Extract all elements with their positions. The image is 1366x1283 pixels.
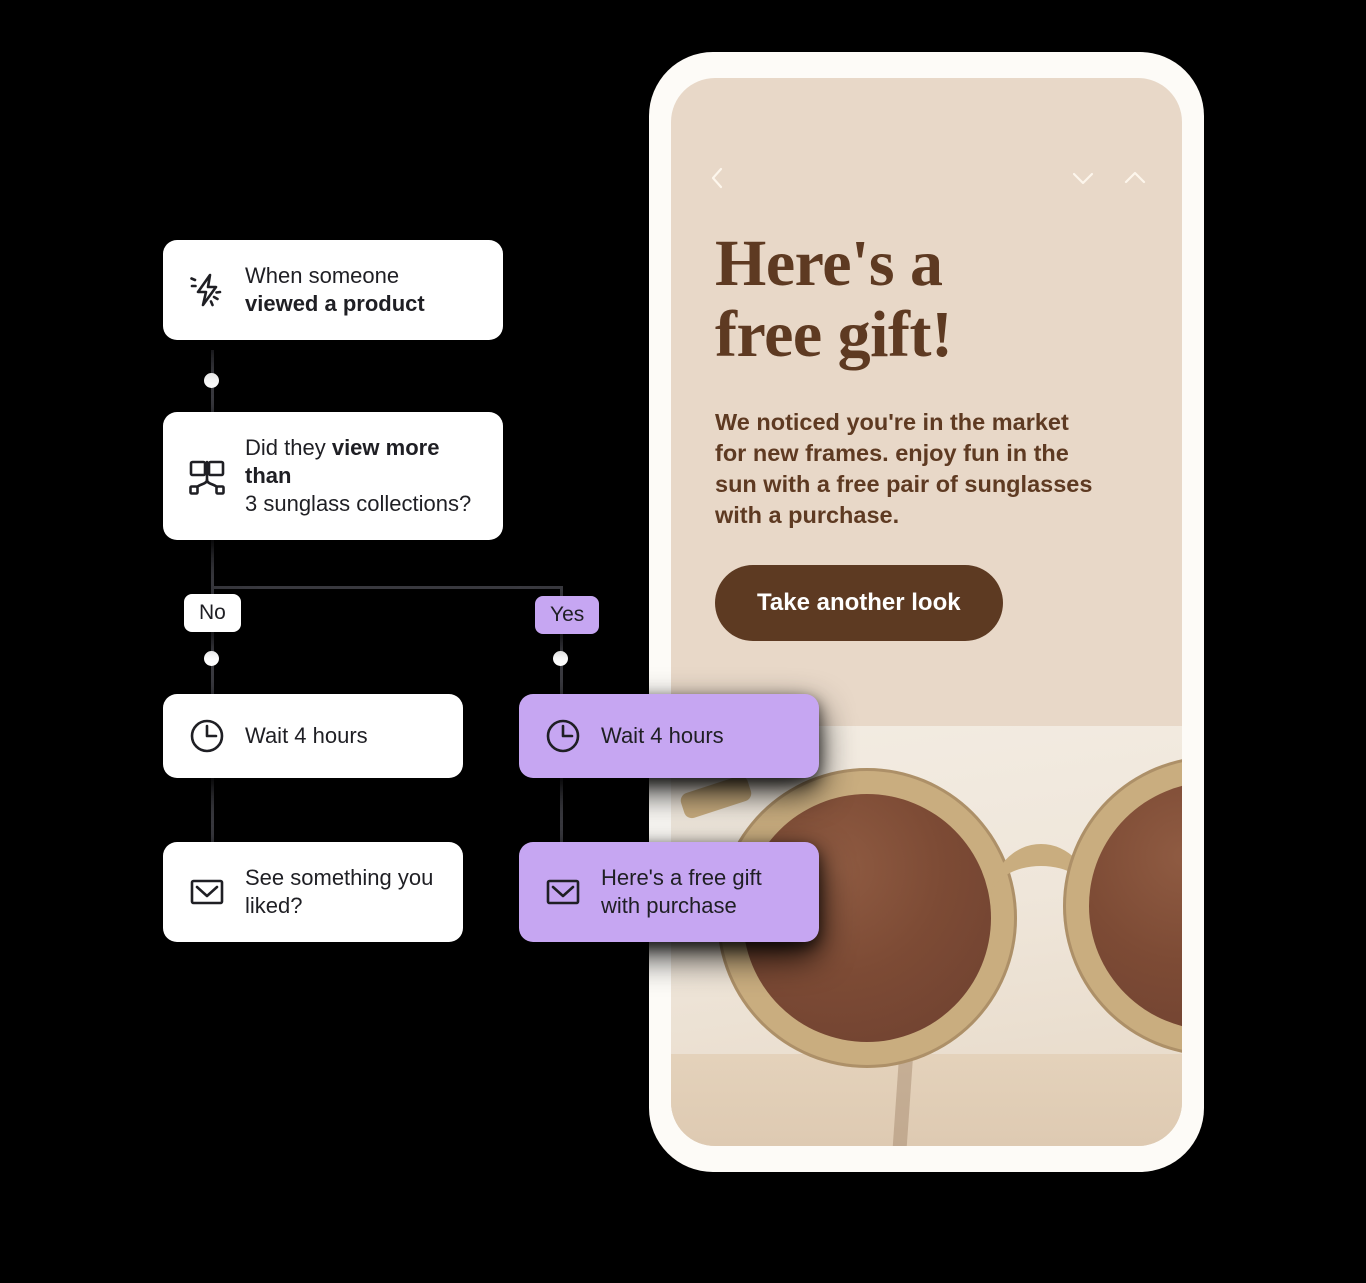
connector-dot-1 [204,373,219,388]
condition-line-1: Did they view more than [245,434,479,490]
connector-branch-horizontal [211,586,563,589]
branch-label-yes[interactable]: Yes [535,596,600,634]
branch-split-icon [187,456,227,496]
email-body-copy: We noticed you're in the market for new … [715,408,1093,528]
email-yes-line-2: with purchase [601,893,737,919]
connector-dot-yes [553,651,568,666]
envelope-icon [187,872,227,912]
email-no-line-2: liked? [245,893,303,919]
flow-card-email-no[interactable]: See something you liked? [163,842,463,943]
flow-card-condition[interactable]: Did they view more than 3 sunglass colle… [163,412,503,541]
phone-screen: Here's a free gift! We noticed you're in… [671,78,1182,1146]
chevron-left-icon[interactable] [705,165,731,191]
chevron-up-icon[interactable] [1122,165,1148,191]
trigger-line-2: viewed a product [245,291,425,317]
flow-card-condition-text: Did they view more than 3 sunglass colle… [245,434,479,518]
sunglasses-temple [678,773,754,821]
flow-card-trigger-text: When someone viewed a product [245,262,425,318]
envelope-icon [543,872,583,912]
clock-icon [543,716,583,756]
flow-card-email-yes-text: Here's a free gift with purchase [601,864,762,920]
branch-label-no[interactable]: No [184,594,241,632]
take-another-look-button[interactable]: Take another look [715,564,1003,641]
sunglasses-lens-right [1063,756,1182,1056]
email-preview-topbar [671,158,1182,198]
phone-mockup: Here's a free gift! We noticed you're in… [649,52,1204,1172]
email-yes-line-1: Here's a free gift [601,865,762,890]
condition-line-2: 3 sunglass collections? [245,491,472,517]
flow-card-wait-no-label: Wait 4 hours [245,722,368,748]
email-headline-line-1: Here's a [715,227,943,300]
promo-composition: When someone viewed a product Did they v… [0,0,1366,1283]
photo-table-edge [671,1054,1182,1146]
condition-text-normal: Did they [245,435,332,460]
trigger-line-1: When someone [245,263,400,288]
automation-flow-diagram: When someone viewed a product Did they v… [0,0,819,1000]
flow-card-trigger[interactable]: When someone viewed a product [163,240,503,341]
flow-card-wait-no[interactable]: Wait 4 hours [163,694,463,778]
email-headline: Here's a free gift! [715,228,1138,371]
email-body: Here's a free gift! We noticed you're in… [671,228,1182,641]
flow-card-wait-yes-label: Wait 4 hours [601,722,724,748]
connector-dot-no [204,651,219,666]
chevron-down-icon[interactable] [1070,165,1096,191]
topbar-nav-group [1070,165,1148,191]
lightning-bolt-icon [187,270,227,310]
flow-card-wait-yes[interactable]: Wait 4 hours [519,694,819,778]
flow-card-email-no-text: See something you liked? [245,864,433,920]
clock-icon [187,716,227,756]
email-no-line-1: See something you [245,865,434,890]
flow-card-email-yes[interactable]: Here's a free gift with purchase [519,842,819,943]
email-headline-line-2: free gift! [715,298,953,372]
